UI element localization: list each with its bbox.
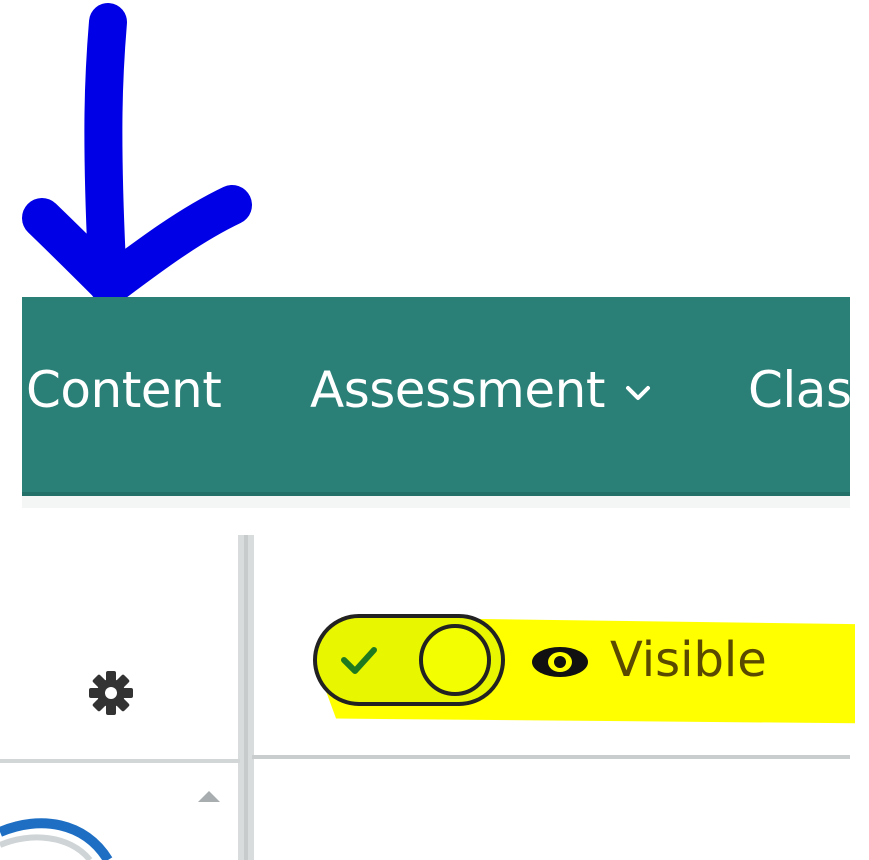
- nav-item-content[interactable]: Content: [26, 355, 222, 425]
- course-navbar: Content Assessment Class: [22, 297, 850, 496]
- nav-item-assessment[interactable]: Assessment: [310, 355, 653, 425]
- chevron-down-icon: [625, 386, 650, 400]
- scroll-up-icon[interactable]: [196, 788, 222, 804]
- annotation-arrow: [22, 3, 252, 305]
- toggle-knob: [419, 624, 491, 696]
- row-divider: [252, 755, 850, 759]
- row-divider-left: [0, 759, 240, 763]
- eye-icon: [532, 647, 588, 677]
- partial-circle-icon: [0, 818, 113, 860]
- gear-icon[interactable]: [86, 668, 136, 718]
- visibility-toggle[interactable]: [313, 614, 505, 706]
- navbar-shadow-strip: [22, 496, 850, 508]
- column-divider[interactable]: [238, 535, 254, 860]
- column-divider-line: [244, 535, 248, 860]
- visibility-status-label: Visible: [610, 632, 767, 688]
- nav-item-assessment-label: Assessment: [310, 361, 605, 419]
- check-icon: [341, 647, 377, 674]
- nav-item-classlist[interactable]: Class: [748, 355, 850, 425]
